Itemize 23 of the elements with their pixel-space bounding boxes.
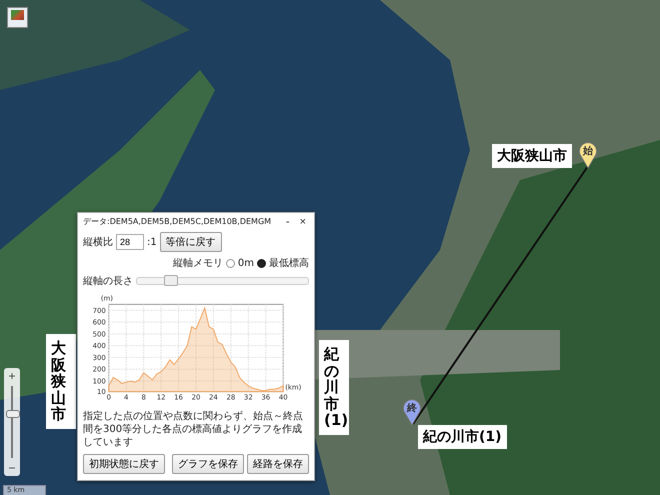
axis-length-label: 縦軸の長さ bbox=[83, 274, 133, 288]
dialog-button[interactable]: 経路を保存 bbox=[247, 454, 309, 474]
minimize-button[interactable]: - bbox=[282, 216, 293, 228]
place-label: 紀の川市(1) bbox=[418, 425, 507, 449]
axis-memory-label: 縦軸メモリ bbox=[172, 256, 223, 270]
ratio-suffix: :1 bbox=[147, 236, 157, 248]
place-label: 紀の川市(1) bbox=[319, 340, 349, 434]
radio-label: 最低標高 bbox=[269, 256, 309, 270]
dialog-button[interactable]: 初期状態に戻す bbox=[83, 454, 165, 474]
radio-label: 0m bbox=[238, 258, 254, 268]
ratio-input-field[interactable]: 28 bbox=[116, 234, 144, 250]
dialog-button[interactable]: グラフを保存 bbox=[172, 454, 244, 474]
dialog-title: データ:DEM5A,DEM5B,DEM5C,DEM10B,DEMGM bbox=[83, 216, 272, 227]
description-text: 指定した点の位置や点数に関わらず、始点～終点間を300等分した各点の標高値よりグラフを作成しています bbox=[83, 410, 304, 449]
map-pin[interactable]: 終 bbox=[402, 398, 422, 426]
reset-ratio-button[interactable]: 等倍に戻す bbox=[160, 232, 222, 252]
map-pin[interactable]: 始 bbox=[578, 141, 598, 169]
place-label: 大阪狭山市 bbox=[46, 334, 76, 428]
zoom-in-button[interactable]: + bbox=[4, 368, 20, 384]
place-label: 大阪狭山市 bbox=[492, 144, 572, 168]
zoom-out-button[interactable]: − bbox=[4, 460, 20, 476]
close-button[interactable]: × bbox=[296, 216, 309, 228]
ratio-label: 縦横比 bbox=[83, 236, 113, 249]
